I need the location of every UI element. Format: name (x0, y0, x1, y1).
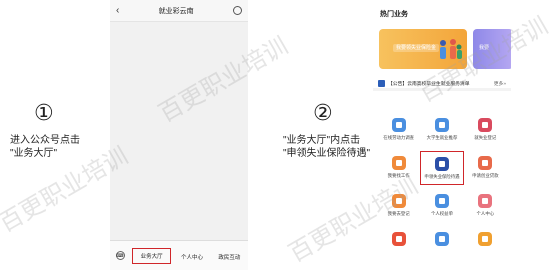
step-text: 进入公众号点击 "业务大厅" (10, 135, 80, 159)
notice-bar[interactable]: 【公告】云南高校毕业生就业服务清单 更多» (373, 79, 511, 91)
people-icon (478, 232, 493, 246)
service-item[interactable]: 在线劳动力调查 (377, 113, 420, 147)
service-label: 个人中心 (476, 211, 495, 216)
banner-secondary[interactable]: 我要 (473, 29, 511, 69)
service-item[interactable]: 大学生就业推荐 (420, 113, 463, 147)
service-item[interactable]: 申请创业贷款 (464, 151, 507, 185)
service-label: 就失业登记 (474, 135, 497, 140)
banner-label: 我要领失业保险金 (393, 44, 440, 52)
service-item[interactable]: 就失业登记 (464, 113, 507, 147)
phone-screen-wechat-account: ‹ 就业彩云南 ⌨ 业务大厅 个人中心 政民互动 (110, 0, 248, 270)
service-item[interactable] (420, 227, 463, 261)
service-label: 大学生就业推荐 (426, 135, 458, 140)
loan-icon (478, 156, 493, 170)
service-item[interactable] (377, 227, 420, 261)
service-label: 我要去登记 (387, 211, 410, 216)
back-icon[interactable]: ‹ (116, 5, 119, 16)
phone-screen-business-hall: 热门业务 我要领失业保险金 我要 【公告】云南高校毕业生就业服务清单 更多» 在… (373, 0, 511, 270)
enterprise-icon (391, 194, 406, 208)
service-item[interactable]: 申领失业保险待遇 (420, 151, 464, 185)
service-item[interactable]: 我要找工作 (377, 151, 420, 185)
step-1-instruction: ① 进入公众号点击 "业务大厅" (10, 100, 80, 160)
shield-icon (434, 157, 449, 171)
wechat-bottom-menu: ⌨ 业务大厅 个人中心 政民互动 (110, 240, 248, 270)
service-item[interactable]: 个人权益单 (420, 189, 463, 223)
wechat-topbar: ‹ 就业彩云南 (110, 0, 248, 22)
account-title: 就业彩云南 (158, 7, 194, 15)
document-icon (434, 232, 449, 246)
keyboard-icon: ⌨ (115, 251, 125, 260)
service-label: 申领失业保险待遇 (424, 174, 460, 179)
step-number: ① (34, 100, 54, 125)
step-number: ② (313, 100, 333, 125)
service-grid: 在线劳动力调查 大学生就业推荐 就失业登记我要找工作 申领失业保险待遇 申请创业贷款我要… (377, 113, 507, 261)
keyboard-toggle[interactable]: ⌨ (110, 251, 130, 260)
service-label: 个人权益单 (431, 211, 453, 216)
banner-unemployment-insurance[interactable]: 我要领失业保险金 (379, 29, 467, 69)
menu-gov-interaction[interactable]: 政民互动 (211, 251, 248, 261)
notice-text: 【公告】云南高校毕业生就业服务清单 (388, 82, 470, 87)
service-label: 我要找工作 (387, 173, 410, 178)
step-text: "业务大厅"内点击 "申领失业保险待遇" (283, 135, 371, 159)
survey-icon (391, 118, 406, 132)
banner-label: 我要 (479, 45, 490, 51)
user-icon[interactable] (233, 6, 242, 15)
service-item[interactable]: 个人中心 (464, 189, 507, 223)
service-label: 申请创业贷款 (472, 173, 499, 178)
service-item[interactable] (464, 227, 507, 261)
grad-cap-icon (434, 118, 449, 132)
section-title: 热门业务 (380, 11, 408, 18)
chat-icon (391, 232, 406, 246)
banner-carousel: 我要领失业保险金 我要 (373, 29, 511, 77)
people-illustration-icon (440, 39, 462, 59)
registration-icon (478, 118, 493, 132)
heart-icon (478, 194, 493, 208)
service-item[interactable]: 我要去登记 (377, 189, 420, 223)
umbrella-icon (434, 194, 449, 208)
speaker-icon (378, 80, 385, 87)
job-search-icon (391, 156, 406, 170)
step-2-instruction: ② "业务大厅"内点击 "申领失业保险待遇" (283, 100, 370, 160)
notice-more-link[interactable]: 更多» (494, 80, 506, 87)
menu-personal-center[interactable]: 个人中心 (173, 251, 210, 261)
menu-business-hall[interactable]: 业务大厅 (132, 247, 172, 264)
service-label: 在线劳动力调查 (383, 135, 415, 140)
